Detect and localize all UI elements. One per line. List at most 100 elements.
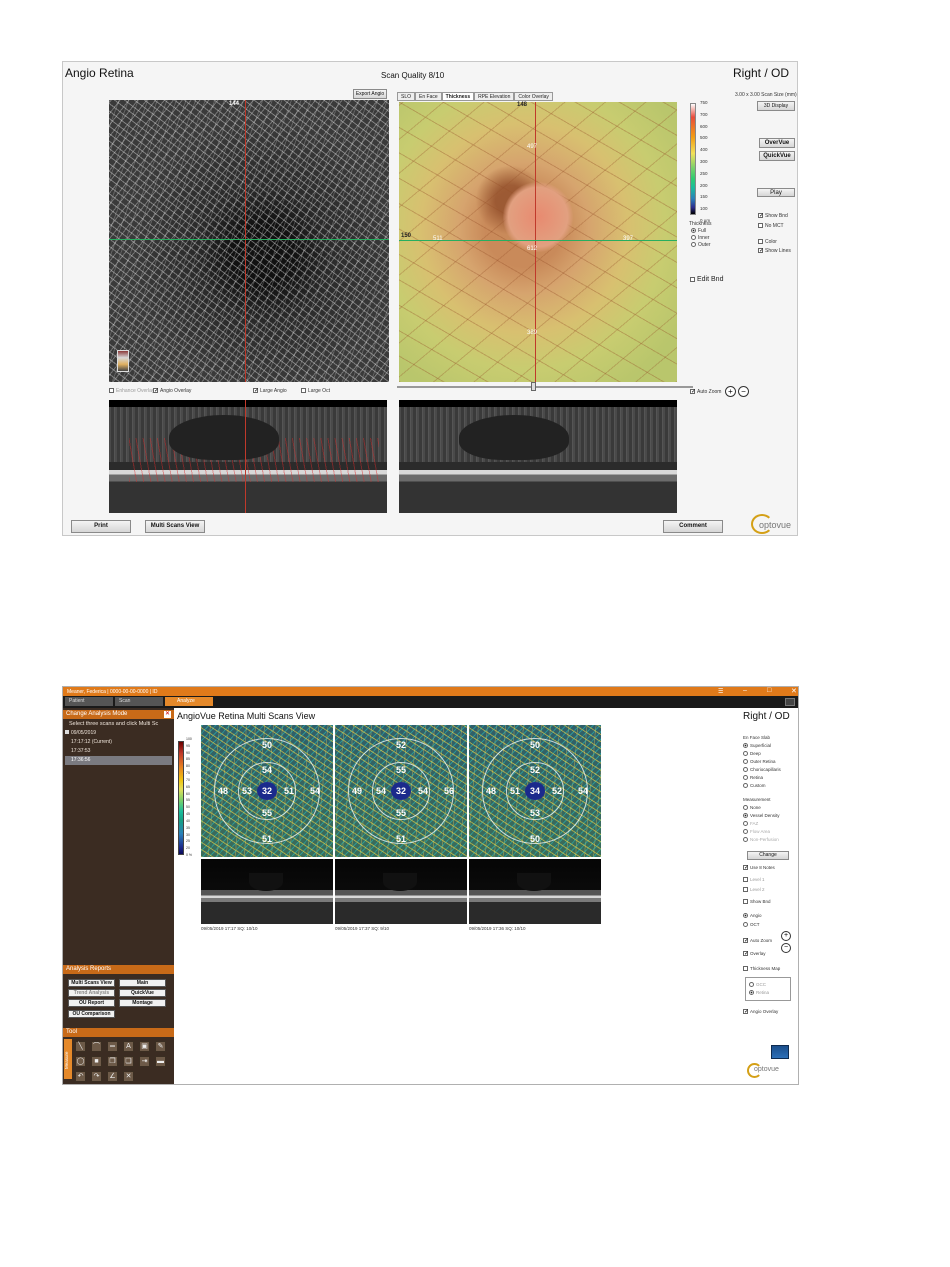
- option-radio[interactable]: [743, 759, 748, 765]
- option-radio[interactable]: [743, 775, 748, 781]
- large-oct-option[interactable]: Large Oct: [301, 388, 330, 394]
- ruler-tool-icon[interactable]: ▬: [155, 1056, 166, 1067]
- show-lines-option[interactable]: Show Lines: [758, 248, 791, 254]
- enhance-overlay-option[interactable]: Enhance Overlay: [109, 388, 154, 394]
- option-radio[interactable]: [743, 837, 748, 843]
- option-radio[interactable]: [743, 805, 748, 811]
- zoom-out2-icon[interactable]: −: [781, 943, 791, 953]
- text-tool-icon[interactable]: A: [123, 1041, 134, 1052]
- enface-opts-item[interactable]: Choriocapillaris: [743, 767, 781, 773]
- enface-opts-item[interactable]: Retina: [743, 775, 763, 781]
- option-radio[interactable]: [743, 751, 748, 757]
- rect-tool-icon[interactable]: ■: [91, 1056, 102, 1067]
- view-angio-option[interactable]: Angio: [743, 913, 762, 919]
- slice-slider-handle[interactable]: [531, 382, 536, 391]
- overlay-option[interactable]: Overlay: [743, 951, 766, 957]
- full-radio[interactable]: [691, 228, 696, 234]
- tab-thickness[interactable]: Thickness: [441, 92, 475, 101]
- close-window-icon[interactable]: ✕: [791, 687, 797, 695]
- tree-date[interactable]: 09/05/2019: [65, 730, 96, 736]
- enface-opts-item[interactable]: Deep: [743, 751, 761, 757]
- thickness-outer-option[interactable]: Outer: [691, 242, 711, 248]
- zoom-in2-icon[interactable]: +: [781, 931, 791, 941]
- large-angio-checkbox[interactable]: [253, 388, 258, 394]
- overlay-checkbox[interactable]: [743, 951, 748, 957]
- measure-opts-item[interactable]: None: [743, 805, 761, 811]
- tree-scan-1[interactable]: 17:17:12 (Current): [71, 739, 112, 745]
- zoom-in-icon[interactable]: +: [725, 386, 736, 397]
- slice-slider-track[interactable]: [397, 386, 693, 388]
- thickness-inner-option[interactable]: Inner: [691, 235, 709, 241]
- auto-zoom2-checkbox[interactable]: [743, 938, 748, 944]
- option-radio[interactable]: [743, 813, 748, 819]
- color-option[interactable]: Color: [758, 239, 777, 245]
- undo-tool-icon[interactable]: ↶: [75, 1071, 86, 1082]
- montage-button[interactable]: Montage: [119, 999, 166, 1007]
- inner-radio[interactable]: [691, 235, 696, 241]
- angio-overlay-option[interactable]: Angio Overlay: [153, 388, 191, 394]
- change-button[interactable]: Change: [747, 851, 789, 860]
- outer-radio[interactable]: [691, 242, 696, 248]
- measure-opts-item[interactable]: Flow Area: [743, 829, 770, 835]
- show-bnd2-checkbox[interactable]: [743, 899, 748, 905]
- copy-tool-icon[interactable]: ❐: [107, 1056, 118, 1067]
- tool-side-tab[interactable]: Measure: [64, 1039, 72, 1079]
- comment-button[interactable]: Comment: [663, 520, 723, 533]
- redo-tool-icon[interactable]: ↷: [91, 1071, 102, 1082]
- view-angio-radio[interactable]: [743, 913, 748, 919]
- angiovue-app-icon[interactable]: [771, 1045, 789, 1059]
- zoom-out-icon[interactable]: −: [738, 386, 749, 397]
- angle-tool-icon[interactable]: ∠: [107, 1071, 118, 1082]
- tab-scan[interactable]: Scan: [115, 697, 163, 706]
- tab-color-overlay[interactable]: Color Overlay: [514, 92, 553, 101]
- level1-checkbox[interactable]: [743, 877, 748, 883]
- edit-bnd-option[interactable]: Edit Bnd: [690, 276, 723, 283]
- delete-tool-icon[interactable]: ✕: [123, 1071, 134, 1082]
- retina-option[interactable]: Retina: [749, 990, 769, 996]
- overvue-button[interactable]: OverVue: [759, 138, 795, 148]
- large-oct-checkbox[interactable]: [301, 388, 306, 394]
- option-radio[interactable]: [743, 743, 748, 749]
- tab-analyze[interactable]: Analyze: [165, 697, 213, 706]
- maximize-icon[interactable]: □: [767, 687, 771, 694]
- enface-opts-item[interactable]: Custom: [743, 783, 766, 789]
- line-tool-icon[interactable]: ╲: [75, 1041, 86, 1052]
- show-bnd2-option[interactable]: Show Bnd: [743, 899, 771, 905]
- gcc-option[interactable]: GCC: [749, 982, 766, 988]
- enface-opts-item[interactable]: Outer Retina: [743, 759, 776, 765]
- show-bnd-checkbox[interactable]: [758, 213, 763, 219]
- thickness-map-checkbox[interactable]: [743, 966, 748, 972]
- thickness-full-option[interactable]: Full: [691, 228, 706, 234]
- no-mct-checkbox[interactable]: [758, 223, 763, 229]
- main-report-button[interactable]: Main: [119, 979, 166, 987]
- view-oct-option[interactable]: OCT: [743, 922, 760, 928]
- image-tool-icon[interactable]: ▣: [139, 1041, 150, 1052]
- measure-opts-item[interactable]: Vessel Density: [743, 813, 780, 819]
- angio-overlay-checkbox[interactable]: [153, 388, 158, 394]
- option-radio[interactable]: [743, 767, 748, 773]
- minimize-icon[interactable]: –: [743, 687, 747, 694]
- play-button[interactable]: Play: [757, 188, 795, 197]
- large-angio-option[interactable]: Large Angio: [253, 388, 287, 394]
- thickness-map-option[interactable]: Thickness Map: [743, 966, 780, 972]
- enhance-overlay-checkbox[interactable]: [109, 388, 114, 394]
- paste-tool-icon[interactable]: ❏: [123, 1056, 134, 1067]
- auto-zoom-checkbox[interactable]: [690, 389, 695, 395]
- auto-zoom2-option[interactable]: Auto Zoom: [743, 938, 772, 944]
- tab-patient[interactable]: Patient: [65, 697, 113, 706]
- level2-option[interactable]: Level 2: [743, 887, 765, 893]
- measure-opts-item[interactable]: FAZ: [743, 821, 758, 827]
- polyline-tool-icon[interactable]: ⌒: [91, 1041, 102, 1052]
- help-icon[interactable]: [785, 698, 795, 706]
- option-radio[interactable]: [743, 829, 748, 835]
- use-notes-checkbox[interactable]: [743, 865, 748, 871]
- no-mct-option[interactable]: No MCT: [758, 223, 784, 229]
- show-bnd-option[interactable]: Show Bnd: [758, 213, 788, 219]
- quickvue-report-button[interactable]: QuickVue: [119, 989, 166, 997]
- 3d-display-button[interactable]: 3D Display: [757, 101, 795, 111]
- gcc-radio[interactable]: [749, 982, 754, 988]
- ou-comparison-button[interactable]: OU Comparison: [68, 1010, 115, 1018]
- view-oct-radio[interactable]: [743, 922, 748, 928]
- tab-rpe-elevation[interactable]: RPE Elevation: [474, 92, 515, 101]
- tab-slo[interactable]: SLO: [397, 92, 416, 101]
